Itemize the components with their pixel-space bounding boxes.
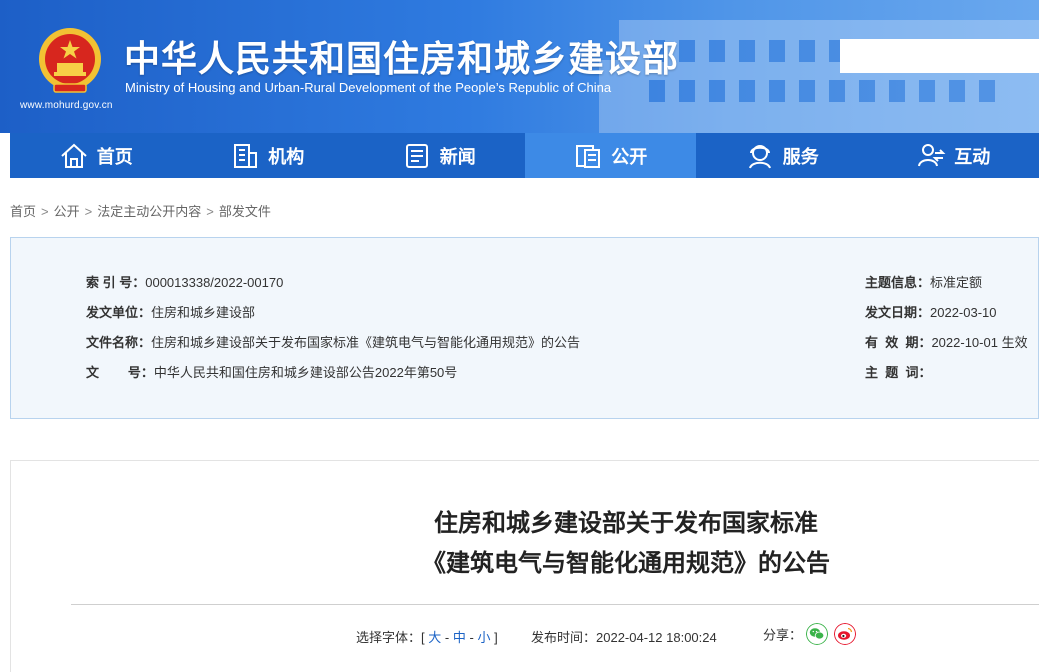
info-date-value: 2022-03-10: [930, 305, 997, 320]
font-separator: -: [444, 630, 450, 645]
nav-news[interactable]: 新闻: [353, 133, 525, 178]
info-filename-value: 住房和城乡建设部关于发布国家标准《建筑电气与智能化通用规范》的公告: [151, 335, 581, 350]
breadcrumb-separator: >: [84, 204, 93, 219]
info-index-label: 索 引 号：: [86, 275, 146, 290]
site-title[interactable]: 中华人民共和国住房和城乡建设部: [124, 30, 679, 82]
info-docno: 文 号：中华人民共和国住房和城乡建设部公告2022年第50号: [86, 362, 457, 381]
nav-interaction-label: 互动: [954, 146, 991, 167]
site-subtitle: Ministry of Housing and Urban-Rural Deve…: [125, 80, 612, 95]
breadcrumb-disclosure[interactable]: 公开: [54, 204, 80, 219]
breadcrumb-separator: >: [206, 204, 214, 219]
info-index: 索 引 号：000013338/2022-00170: [86, 272, 283, 291]
header-banner: www.mohurd.gov.cn 中华人民共和国住房和城乡建设部 Minist…: [0, 0, 1039, 133]
info-date-label: 发文日期：: [865, 305, 931, 320]
nav-interaction[interactable]: 互动: [868, 133, 1039, 178]
site-url: www.mohurd.gov.cn: [20, 100, 113, 111]
info-date: 发文日期：2022-03-10: [865, 302, 997, 321]
interaction-icon: [918, 143, 946, 166]
breadcrumb-ministry-documents[interactable]: 部发文件: [219, 204, 271, 219]
info-topic-label: 主题信息：: [865, 275, 931, 290]
publish-info: 发布时间：2022-04-12 18:00:24: [531, 627, 717, 646]
nav-home-label: 首页: [96, 146, 133, 167]
share-bar: 分享：: [763, 623, 857, 645]
font-medium-link[interactable]: 中: [453, 630, 466, 645]
breadcrumb: 首页 > 公开 > 法定主动公开内容 > 部发文件: [10, 201, 271, 220]
nav-organization-label: 机构: [268, 146, 305, 167]
font-large-link[interactable]: 大: [428, 630, 441, 645]
share-label: 分享：: [763, 627, 803, 643]
article-panel: 住房和城乡建设部关于发布国家标准 《建筑电气与智能化通用规范》的公告 选择字体：…: [10, 460, 1039, 672]
nav-service-label: 服务: [782, 146, 819, 167]
font-size-selector: 选择字体：[ 大 - 中 - 小 ]: [356, 627, 498, 646]
search-input[interactable]: [840, 39, 1039, 73]
nav-news-label: 新闻: [439, 146, 476, 167]
info-issuer-label: 发文单位：: [86, 305, 152, 320]
article-title-line2: 《建筑电气与智能化通用规范》的公告: [422, 550, 830, 577]
info-topic-value: 标准定额: [930, 275, 983, 290]
info-keywords-label: 主 题 词：: [865, 365, 932, 380]
home-icon: [61, 143, 87, 168]
nav-organization[interactable]: 机构: [182, 133, 354, 178]
nav-disclosure[interactable]: 公开: [524, 133, 696, 178]
breadcrumb-separator: >: [41, 204, 49, 219]
building-icon: [234, 143, 258, 168]
nav-service[interactable]: 服务: [696, 133, 868, 178]
document-info-panel: 索 引 号：000013338/2022-00170 发文单位：住房和城乡建设部…: [10, 237, 1039, 419]
info-valid-label: 有 效 期：: [865, 335, 932, 350]
info-issuer-value: 住房和城乡建设部: [151, 305, 256, 320]
breadcrumb-statutory-content[interactable]: 法定主动公开内容: [97, 204, 201, 219]
breadcrumb-home[interactable]: 首页: [10, 204, 36, 219]
info-valid: 有 效 期：2022-10-01 生效: [865, 332, 1028, 351]
info-docno-label: 文 号：: [86, 365, 154, 380]
info-topic: 主题信息：标准定额: [865, 272, 982, 291]
service-icon: [748, 144, 771, 168]
font-bracket-open: [: [421, 630, 425, 645]
publish-time: 2022-04-12 18:00:24: [596, 630, 717, 645]
disclosure-icon: [576, 144, 601, 168]
font-small-link[interactable]: 小: [477, 630, 490, 645]
main-nav: 首页 机构 新闻 公开 服务 互动: [10, 133, 1039, 178]
title-divider: [71, 604, 1039, 605]
info-filename-label: 文件名称：: [86, 335, 152, 350]
article-title-line1: 住房和城乡建设部关于发布国家标准: [434, 510, 818, 537]
font-separator: -: [469, 630, 474, 645]
info-issuer: 发文单位：住房和城乡建设部: [86, 302, 255, 321]
nav-home[interactable]: 首页: [10, 133, 182, 178]
info-keywords: 主 题 词：: [865, 362, 931, 381]
font-select-label: 选择字体：: [356, 630, 422, 645]
info-index-value: 000013338/2022-00170: [145, 275, 284, 290]
info-docno-value: 中华人民共和国住房和城乡建设部公告2022年第50号: [153, 365, 458, 380]
info-valid-value: 2022-10-01 生效: [931, 335, 1028, 350]
publish-label: 发布时间：: [531, 630, 597, 645]
info-filename: 文件名称：住房和城乡建设部关于发布国家标准《建筑电气与智能化通用规范》的公告: [86, 332, 580, 351]
font-bracket-close: ]: [494, 630, 498, 645]
news-icon: [405, 143, 428, 168]
weibo-share-icon[interactable]: [834, 623, 857, 645]
nav-disclosure-label: 公开: [611, 146, 648, 167]
national-emblem-icon[interactable]: [36, 26, 104, 96]
wechat-share-icon[interactable]: [805, 623, 828, 645]
